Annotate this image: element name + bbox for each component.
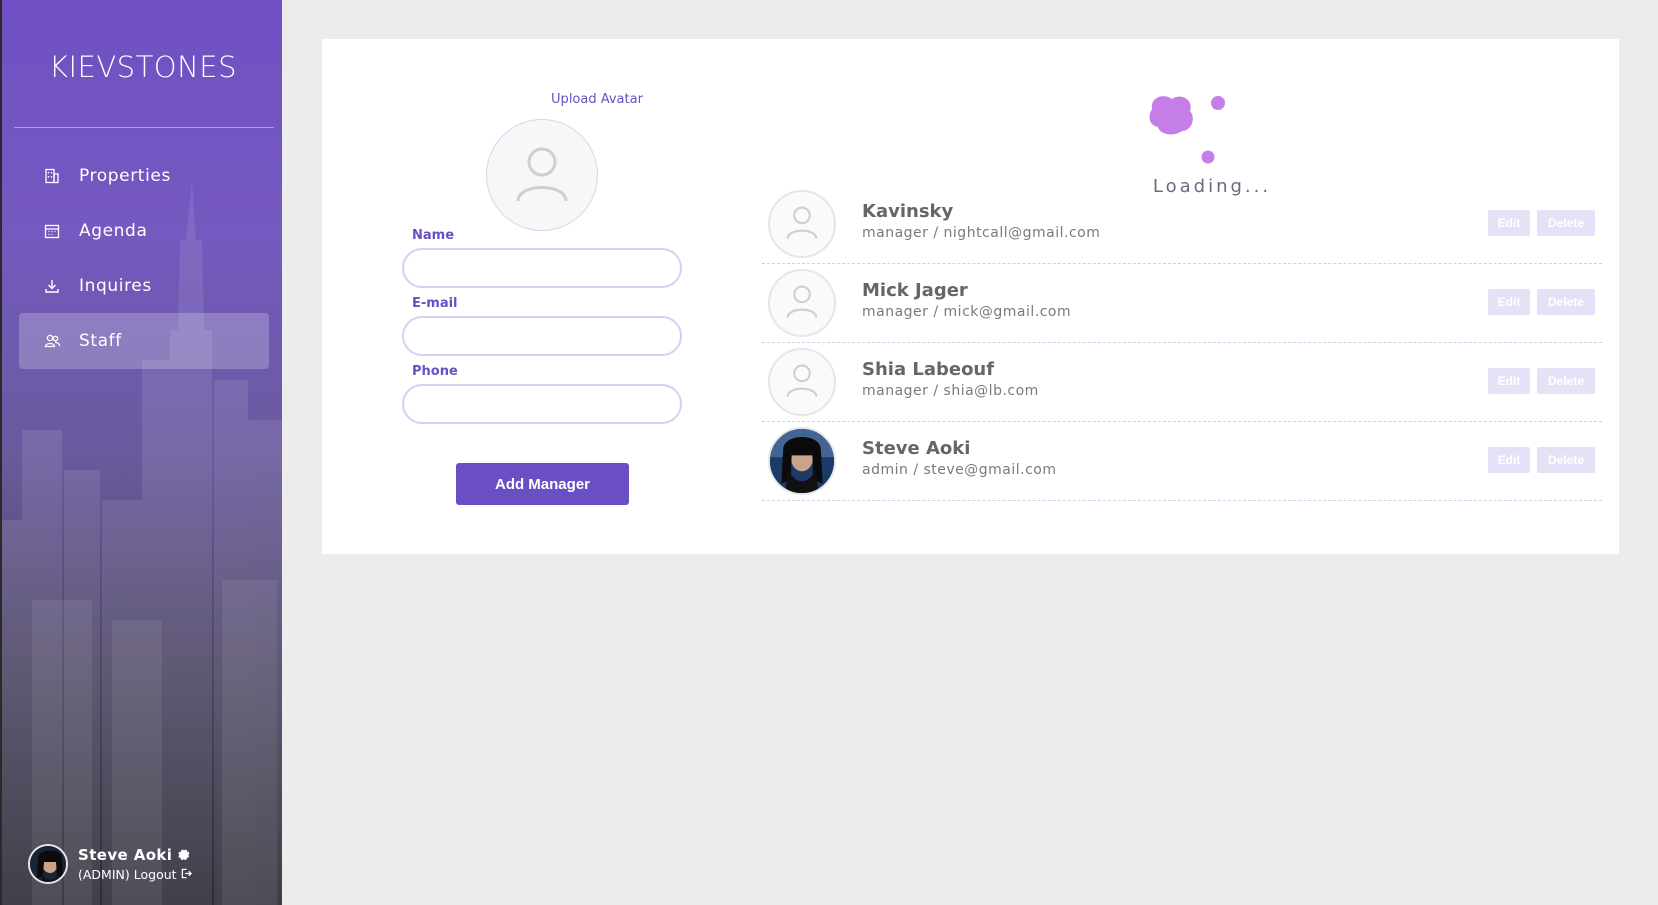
name-label: Name [412, 228, 455, 243]
user-name: Steve Aoki [78, 846, 173, 864]
delete-button[interactable]: Delete [1537, 447, 1595, 473]
logout-icon[interactable] [181, 867, 192, 882]
brand-divider [14, 127, 274, 128]
email-field[interactable] [402, 316, 682, 356]
building-icon [42, 166, 62, 186]
staff-name: Kavinsky [862, 201, 954, 222]
user-role-row: (ADMIN) Logout [78, 867, 192, 882]
user-placeholder-icon [514, 143, 570, 207]
staff-name: Steve Aoki [862, 438, 971, 459]
gear-icon[interactable] [177, 846, 190, 864]
city-skyline-background [2, 180, 282, 905]
avatar [768, 190, 836, 258]
current-user: Steve Aoki (ADMIN) Logout [28, 844, 192, 884]
staff-role-email: manager / mick@gmail.com [862, 304, 1072, 320]
sidebar-item-label: Staff [79, 331, 122, 351]
brand-logo[interactable]: KIEVSTONES [2, 50, 282, 84]
sidebar-item-label: Properties [79, 166, 171, 186]
avatar [768, 348, 836, 416]
delete-button[interactable]: Delete [1537, 289, 1595, 315]
staff-name: Shia Labeouf [862, 359, 995, 380]
staff-role-email: manager / shia@lb.com [862, 383, 1039, 399]
avatar[interactable] [28, 844, 68, 884]
avatar [768, 427, 836, 495]
add-manager-button[interactable]: Add Manager [456, 463, 629, 505]
sidebar-item-label: Inquires [79, 276, 152, 296]
delete-button[interactable]: Delete [1537, 210, 1595, 236]
staff-row: Kavinsky manager / nightcall@gmail.com E… [762, 185, 1602, 264]
download-icon [42, 276, 62, 296]
staff-name: Mick Jager [862, 280, 968, 301]
logout-link[interactable]: Logout [134, 867, 177, 882]
sidebar-item-agenda[interactable]: Agenda [19, 203, 269, 259]
user-placeholder-icon [785, 362, 819, 402]
delete-button[interactable]: Delete [1537, 368, 1595, 394]
avatar-upload[interactable] [486, 119, 598, 231]
sidebar: KIEVSTONES Properties Agenda Inquires St… [0, 0, 282, 905]
phone-label: Phone [412, 364, 458, 379]
edit-button[interactable]: Edit [1488, 447, 1530, 473]
staff-row: Mick Jager manager / mick@gmail.com Edit… [762, 264, 1602, 343]
email-label: E-mail [412, 296, 458, 311]
calendar-icon [42, 221, 62, 241]
staff-role-email: admin / steve@gmail.com [862, 462, 1057, 478]
staff-role-email: manager / nightcall@gmail.com [862, 225, 1101, 241]
edit-button[interactable]: Edit [1488, 210, 1530, 236]
users-icon [42, 331, 62, 351]
loading-spinner [1149, 96, 1225, 164]
user-placeholder-icon [785, 204, 819, 244]
staff-row: Shia Labeouf manager / shia@lb.com Edit … [762, 343, 1602, 422]
sidebar-item-label: Agenda [79, 221, 148, 241]
user-placeholder-icon [785, 283, 819, 323]
edit-button[interactable]: Edit [1488, 368, 1530, 394]
name-field[interactable] [402, 248, 682, 288]
user-name-row: Steve Aoki [78, 846, 192, 864]
avatar [768, 269, 836, 337]
upload-avatar-link[interactable]: Upload Avatar [497, 92, 697, 107]
staff-card: Upload Avatar Name E-mail Phone Add Mana… [322, 39, 1619, 554]
phone-field[interactable] [402, 384, 682, 424]
user-role: (ADMIN) [78, 867, 130, 882]
sidebar-item-staff[interactable]: Staff [19, 313, 269, 369]
edit-button[interactable]: Edit [1488, 289, 1530, 315]
sidebar-item-properties[interactable]: Properties [19, 148, 269, 204]
sidebar-item-inquires[interactable]: Inquires [19, 258, 269, 314]
staff-row: Steve Aoki admin / steve@gmail.com Edit … [762, 422, 1602, 501]
